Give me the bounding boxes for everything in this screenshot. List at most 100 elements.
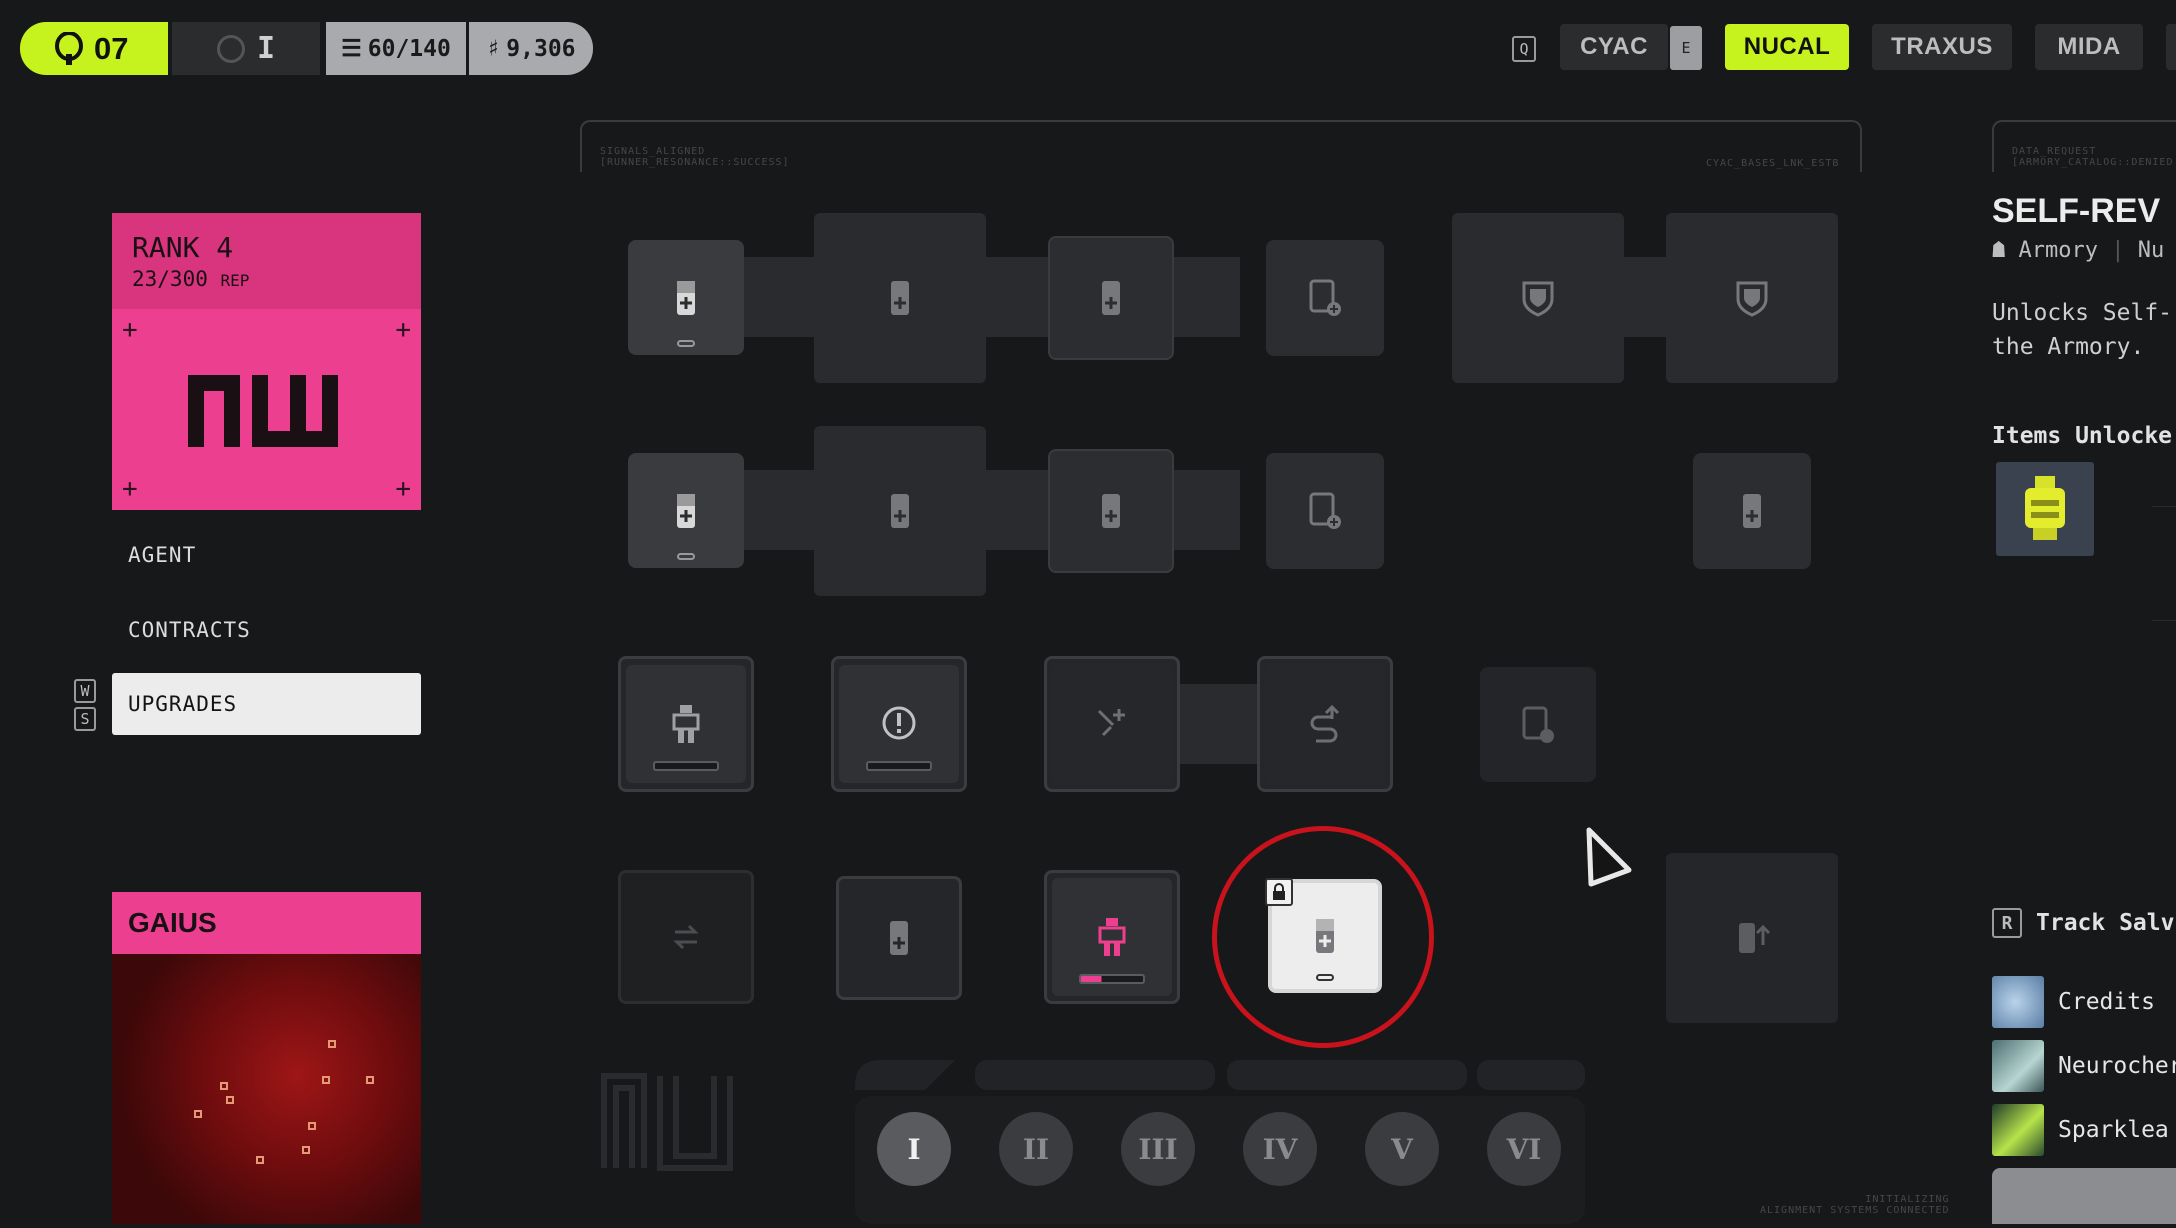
upgrade-node[interactable] [628, 453, 744, 568]
rank-header: RANK 4 23/300 REP [112, 213, 421, 309]
upgrade-node[interactable] [1693, 453, 1811, 569]
cycle-icon [673, 924, 699, 950]
corner-cross: + [395, 474, 411, 504]
upgrade-node[interactable] [618, 656, 754, 792]
syringe-icon [1102, 494, 1120, 528]
portrait-marker [194, 1110, 202, 1118]
footer-status-line: INITIALIZING [1865, 1194, 1950, 1205]
shield-icon [1736, 281, 1768, 317]
key-hint-s: S [74, 707, 96, 731]
neurochem-icon [1992, 1040, 2044, 1092]
upgrade-node[interactable] [814, 213, 986, 383]
faction-tab-overflow[interactable] [2166, 24, 2176, 70]
upgrade-node[interactable] [1666, 213, 1838, 383]
mouse-cursor-icon [1586, 827, 1632, 887]
upgrade-node[interactable] [814, 426, 986, 596]
self-revive-item-icon [2025, 476, 2065, 540]
menu-item-upgrades[interactable]: UPGRADES [112, 673, 421, 735]
tier-button-1[interactable]: I [877, 1112, 951, 1186]
syringe-icon [677, 280, 695, 315]
node-face [1265, 665, 1385, 783]
upgrade-node[interactable] [1480, 667, 1596, 782]
handler-portrait [112, 954, 421, 1224]
track-salvage-label: Track Salv [2036, 910, 2175, 936]
resource-row: Neurocher [1992, 1040, 2176, 1092]
portrait-marker [220, 1082, 228, 1090]
faction-rank-card: RANK 4 23/300 REP + + + + [112, 213, 421, 510]
portrait-marker [366, 1076, 374, 1084]
upgrade-node[interactable] [1044, 656, 1180, 792]
upgrade-node[interactable] [831, 656, 967, 792]
grid-crosshair [2152, 470, 2176, 670]
syringe-icon [677, 493, 695, 528]
faction-tab-traxus[interactable]: TRAXUS [1872, 24, 2012, 70]
items-unlocked-heading: Items Unlocke [1992, 423, 2173, 449]
upgrade-node[interactable] [628, 240, 744, 355]
swap-arrow-icon [1310, 704, 1340, 743]
track-salvage-toggle[interactable]: R Track Salv [1992, 908, 2174, 938]
node-progress-pip [677, 553, 695, 560]
node-progress-bar [866, 761, 932, 771]
node-connector [1178, 684, 1258, 764]
node-progress-bar [1079, 974, 1145, 984]
rep-value: 23/300 [132, 267, 208, 291]
footer-status: INITIALIZING ALIGNMENT SYSTEMS CONNECTED [1760, 1194, 1950, 1216]
prestige-badge: I [172, 22, 320, 75]
credits-value: 9,306 [506, 35, 576, 62]
tier-selector-frame [855, 1060, 1585, 1224]
tier-button-3[interactable]: III [1121, 1112, 1195, 1186]
handler-card[interactable]: GAIUS [112, 892, 421, 1224]
syringe-icon [891, 281, 909, 315]
key-hint-r: R [1992, 908, 2022, 938]
shield-icon [1522, 281, 1554, 317]
resource-name: Credits [2058, 989, 2155, 1015]
node-connector [740, 257, 820, 337]
tier-button-6[interactable]: VI [1487, 1112, 1561, 1186]
wrench-icon [1097, 709, 1125, 737]
upgrade-node[interactable] [1266, 240, 1384, 356]
player-level: 07 [94, 30, 129, 66]
upgrade-node[interactable] [836, 876, 962, 1000]
grid-header-right: CYAC_BASES_LNK_ESTB [1706, 158, 1840, 169]
upgrade-node[interactable] [1266, 453, 1384, 569]
handler-name: GAIUS [112, 892, 421, 954]
upgrade-node[interactable] [1048, 236, 1174, 360]
detail-header-line: DATA_REQUEST [2012, 146, 2097, 157]
menu-item-contracts[interactable]: CONTRACTS [112, 599, 421, 661]
runner-head-icon [55, 31, 83, 65]
syringe-icon [891, 494, 909, 528]
faction-tab-nucal[interactable]: NUCAL [1725, 24, 1849, 70]
stash-icon: ☰ [341, 35, 362, 62]
upgrade-node[interactable] [1048, 449, 1174, 573]
tier-button-4[interactable]: IV [1243, 1112, 1317, 1186]
upgrade-node[interactable] [1044, 870, 1180, 1004]
tier-button-2[interactable]: II [999, 1112, 1073, 1186]
purchase-button[interactable] [1992, 1168, 2176, 1224]
upgrade-node[interactable] [1257, 656, 1393, 792]
node-connector [1170, 257, 1240, 337]
portrait-marker [322, 1076, 330, 1084]
faction-tab-mida[interactable]: MIDA [2035, 24, 2143, 70]
upgrade-node[interactable] [1666, 853, 1838, 1023]
rep-unit: REP [220, 271, 250, 290]
faction-tab-cyac[interactable]: CYAC [1560, 24, 1668, 70]
nucal-watermark-logo [601, 1073, 733, 1171]
resource-name: Neurocher [2058, 1053, 2176, 1079]
resource-row: Sparklea [1992, 1104, 2169, 1156]
upgrade-category: ☗ Armory | Nu [1992, 238, 2164, 263]
ring-icon [216, 34, 245, 63]
node-face [626, 665, 746, 783]
upgrade-node[interactable] [1452, 213, 1624, 383]
credits-icon: ♯ [486, 35, 501, 62]
tier-button-5[interactable]: V [1365, 1112, 1439, 1186]
upgrade-node[interactable] [618, 870, 754, 1004]
rank-rep: 23/300 REP [132, 267, 249, 291]
menu-item-agent[interactable]: AGENT [112, 524, 421, 586]
corner-cross: + [122, 315, 138, 345]
upgrade-description: Unlocks Self- the Armory. [1992, 300, 2173, 360]
node-face [1052, 878, 1172, 996]
runner-body-icon [672, 705, 700, 743]
unlocked-item-thumbnail[interactable] [1996, 462, 2094, 556]
armory-icon: ☗ [1992, 238, 2006, 263]
upgrade-title: SELF-REV [1992, 192, 2161, 230]
